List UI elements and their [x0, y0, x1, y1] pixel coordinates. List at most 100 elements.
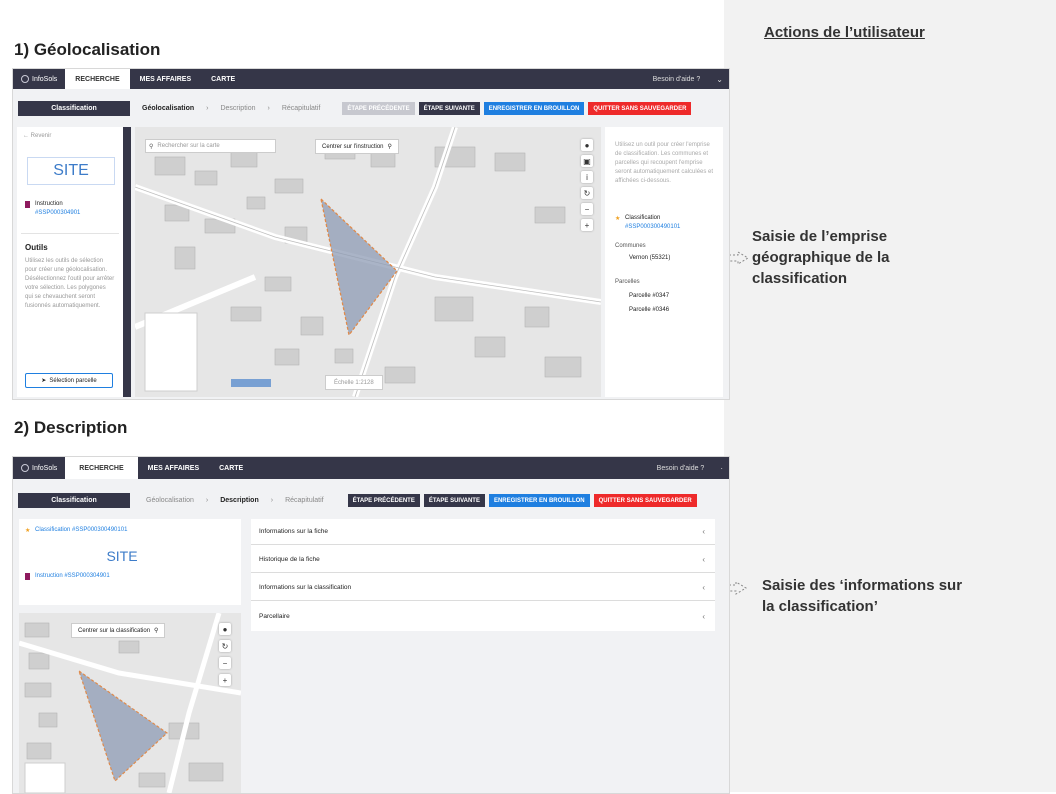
center-instruction-button[interactable]: Centrer sur l'instruction ⚲	[315, 139, 399, 154]
save-draft-button[interactable]: ENREGISTRER EN BROUILLON	[483, 102, 585, 115]
logo-icon	[21, 75, 29, 83]
previous-step-button[interactable]: ÉTAPE PRÉCÉDENTE	[347, 494, 420, 507]
zoom-in-icon[interactable]: +	[581, 219, 593, 231]
location-icon[interactable]: ●	[219, 623, 231, 635]
step-geolocalisation[interactable]: Géolocalisation	[146, 497, 194, 504]
step-description[interactable]: Description	[220, 497, 259, 504]
map[interactable]: ⚲ Rechercher sur la carte Centrer sur l'i…	[135, 127, 601, 397]
cursor-icon: ➤	[41, 378, 47, 384]
sidebar-scrollbar[interactable]	[123, 127, 131, 397]
layers-icon[interactable]: ▣	[581, 155, 593, 167]
tab-carte[interactable]: CARTE	[201, 69, 245, 89]
bookmark-icon	[25, 573, 30, 580]
next-step-button[interactable]: ÉTAPE SUIVANTE	[418, 102, 480, 115]
parcelles-label: Parcelles	[615, 279, 640, 285]
rotate-icon[interactable]: ↻	[219, 640, 231, 652]
step-description[interactable]: Description	[220, 105, 255, 112]
zoom-out-icon[interactable]: −	[219, 657, 231, 669]
logo-text: InfoSols	[32, 75, 58, 83]
note-emprise-line: Saisie de l’emprise	[752, 228, 888, 245]
info-panel: Utilisez un outil pour créer l'emprise d…	[605, 127, 723, 397]
classification-label: Classification	[18, 101, 130, 116]
star-icon: ★	[25, 528, 31, 534]
select-parcel-label: Sélection parcelle	[49, 377, 97, 384]
chevron-down-icon[interactable]: ⌄	[716, 75, 729, 84]
accordion-row-historique[interactable]: Historique de la fiche ‹	[251, 547, 715, 573]
zoom-out-icon[interactable]: −	[581, 203, 593, 215]
rotate-icon[interactable]: ↻	[581, 187, 593, 199]
commune-item: Vernon (55321)	[629, 255, 671, 261]
chevron-left-icon: ‹	[702, 611, 705, 621]
top-bar: InfoSols RECHERCHE MES AFFAIRES CARTE Be…	[13, 69, 729, 89]
tab-carte[interactable]: CARTE	[209, 457, 253, 479]
info-icon[interactable]: i	[581, 171, 593, 183]
scale-indicator: Échelle 1:2128	[325, 375, 383, 390]
instruction-link[interactable]: Instruction #SSP000304901	[35, 573, 110, 579]
chevron-right-icon: ›	[205, 497, 209, 504]
classification-label: Classification	[625, 215, 661, 221]
step-recapitulatif[interactable]: Récapitulatif	[282, 105, 321, 112]
site-marker: SITE	[59, 547, 185, 565]
chevron-left-icon: ‹	[702, 527, 705, 536]
tab-recherche[interactable]: RECHERCHE	[65, 457, 138, 479]
save-draft-button[interactable]: ENREGISTRER EN BROUILLON	[488, 494, 590, 507]
select-parcel-button[interactable]: ➤ Sélection parcelle	[25, 373, 113, 388]
mini-map[interactable]: Centrer sur la classification ⚲ ● ↻ − +	[19, 613, 241, 793]
accordion-row-parcellaire[interactable]: Parcellaire ‹	[251, 603, 715, 629]
note-informations-line: Saisie des ‘informations sur	[762, 577, 963, 594]
classification-link[interactable]: Classification #SSP000300490101	[35, 527, 127, 533]
screenshot-geolocalisation: InfoSols RECHERCHE MES AFFAIRES CARTE Be…	[12, 68, 730, 400]
step-geolocalisation[interactable]: Géolocalisation	[142, 105, 194, 112]
chevron-down-icon[interactable]: ·	[720, 464, 729, 473]
chevron-left-icon: ‹	[702, 583, 705, 592]
location-icon[interactable]: ●	[581, 139, 593, 151]
tab-recherche[interactable]: RECHERCHE	[65, 69, 130, 89]
note-emprise: Saisie de l’emprise géographique de la c…	[752, 226, 890, 289]
quit-button[interactable]: QUITTER SANS SAUVEGARDER	[593, 494, 697, 507]
quit-button[interactable]: QUITTER SANS SAUVEGARDER	[588, 102, 692, 115]
instruction-link[interactable]: #SSP000304901	[35, 210, 80, 216]
section-title-geolocalisation: 1) Géolocalisation	[14, 40, 161, 59]
instruction-label: Instruction	[35, 201, 63, 207]
center-classification-label: Centrer sur la classification	[78, 627, 151, 634]
map-controls: ● ▣ i ↻ − +	[581, 139, 593, 231]
map-search-input[interactable]: ⚲ Rechercher sur la carte	[145, 139, 276, 153]
step-bar: Classification Géolocalisation › Descrip…	[13, 493, 729, 508]
zoom-in-icon[interactable]: +	[219, 674, 231, 686]
back-link[interactable]: ← Revenir	[23, 133, 51, 139]
tab-mes-affaires[interactable]: MES AFFAIRES	[138, 457, 209, 479]
bookmark-icon	[25, 201, 30, 208]
help-link[interactable]: Besoin d'aide ?	[653, 76, 717, 83]
map-controls: ● ↻ − +	[219, 623, 231, 686]
note-informations-line: la classification’	[762, 598, 878, 615]
chevron-right-icon: ›	[270, 497, 274, 504]
pin-icon: ⚲	[154, 628, 159, 634]
divider	[21, 233, 119, 234]
map-attribution-bar	[231, 379, 271, 387]
map-search-placeholder: Rechercher sur la carte	[157, 143, 220, 149]
tools-title: Outils	[25, 243, 48, 252]
accordion-row-informations-classification[interactable]: Informations sur la classification ‹	[251, 575, 715, 601]
chevron-left-icon: ‹	[702, 555, 705, 564]
app-logo[interactable]: InfoSols	[13, 75, 65, 83]
app-logo[interactable]: InfoSols	[13, 464, 65, 472]
note-emprise-line: géographique de la	[752, 249, 890, 266]
info-text: Utilisez un outil pour créer l'emprise d…	[615, 142, 714, 184]
logo-icon	[21, 464, 29, 472]
star-icon: ★	[615, 216, 621, 222]
tab-mes-affaires[interactable]: MES AFFAIRES	[130, 69, 201, 89]
parcelle-item: Parcelle #0347	[629, 293, 670, 299]
accordion-row-informations-fiche[interactable]: Informations sur la fiche ‹	[251, 519, 715, 545]
accordion-row-label: Informations sur la fiche	[259, 528, 329, 535]
help-link[interactable]: Besoin d'aide ?	[657, 465, 721, 472]
right-panel	[724, 0, 1056, 792]
center-classification-button[interactable]: Centrer sur la classification ⚲	[71, 623, 166, 638]
mini-map-drawing	[19, 613, 241, 793]
classification-link[interactable]: #SSP000300490101	[625, 224, 680, 230]
next-step-button[interactable]: ÉTAPE SUIVANTE	[423, 494, 485, 507]
step-recapitulatif[interactable]: Récapitulatif	[285, 497, 324, 504]
previous-step-button[interactable]: ÉTAPE PRÉCÉDENTE	[342, 102, 415, 115]
communes-label: Communes	[615, 243, 646, 249]
step-bar: Classification Géolocalisation › Descrip…	[13, 101, 729, 116]
note-informations: Saisie des ‘informations sur la classifi…	[762, 575, 962, 617]
